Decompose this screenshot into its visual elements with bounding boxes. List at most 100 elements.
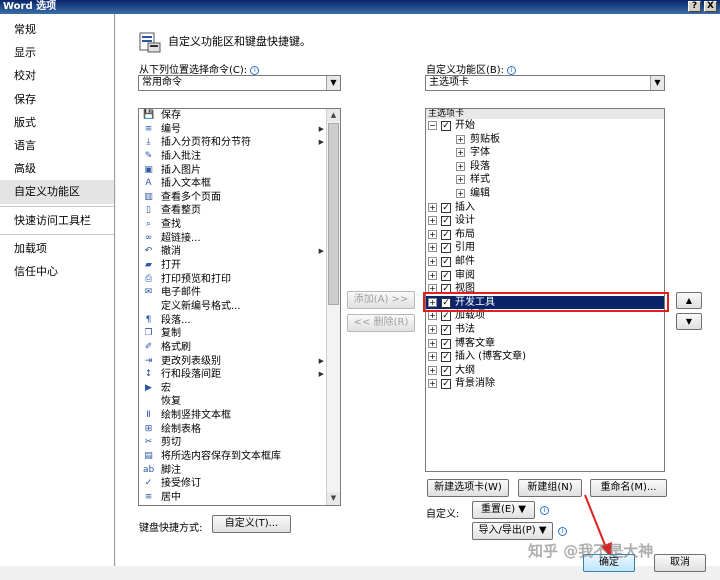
expand-icon[interactable]: + xyxy=(456,134,465,144)
list-item[interactable]: Ⅱ 绘制竖排文本框 xyxy=(139,409,340,423)
expand-icon[interactable]: + xyxy=(428,324,437,334)
list-item[interactable]: ⎙ 打印预览和打印 xyxy=(139,273,340,287)
tree-row[interactable]: + ✓ 审阅 xyxy=(426,269,664,283)
sidebar-item[interactable]: 快速访问工具栏 xyxy=(0,209,114,232)
tree-row[interactable]: + 剪贴板 xyxy=(426,133,664,147)
customize-keyboard-button[interactable]: 自定义(T)... xyxy=(212,515,291,533)
sidebar-item[interactable]: 校对 xyxy=(0,64,114,87)
import-export-button[interactable]: 导入/导出(P) ▼ xyxy=(472,522,553,540)
sidebar-item[interactable]: 显示 xyxy=(0,41,114,64)
list-item[interactable]: ▰ 打开 xyxy=(139,259,340,273)
list-item[interactable]: ✂ 剪切 xyxy=(139,436,340,450)
checkbox[interactable]: ✓ xyxy=(441,352,451,363)
checkbox[interactable]: ✓ xyxy=(441,243,451,254)
checkbox[interactable]: ✓ xyxy=(441,270,451,281)
list-item[interactable]: ▤ 将所选内容保存到文本框库 xyxy=(139,450,340,464)
chevron-down-icon[interactable]: ▼ xyxy=(326,76,340,90)
expand-icon[interactable]: + xyxy=(456,188,465,198)
expand-icon[interactable]: + xyxy=(456,148,465,158)
checkbox[interactable]: ✓ xyxy=(441,338,451,349)
list-item[interactable]: ≡ 编号 ▶ xyxy=(139,123,340,137)
checkbox[interactable]: ✓ xyxy=(441,256,451,267)
list-item[interactable]: ✓ 接受修订 xyxy=(139,477,340,491)
list-item[interactable]: 恢复 xyxy=(139,395,340,409)
reset-button[interactable]: 重置(E) ▼ xyxy=(472,501,535,519)
list-item[interactable]: ¶ 段落... xyxy=(139,314,340,328)
cancel-button[interactable]: 取消 xyxy=(654,554,706,572)
expand-icon[interactable]: + xyxy=(428,379,437,389)
list-item[interactable]: ▣ 插入图片 xyxy=(139,164,340,178)
command-source-combo[interactable]: 常用命令 ▼ xyxy=(138,75,341,91)
expand-icon[interactable]: + xyxy=(428,270,437,280)
sidebar-item[interactable]: 语言 xyxy=(0,134,114,157)
chevron-down-icon[interactable]: ▼ xyxy=(650,76,664,90)
expand-icon[interactable]: + xyxy=(428,229,437,239)
list-item[interactable]: ↶ 撤消 ▶ xyxy=(139,245,340,259)
tree-row[interactable]: + ✓ 书法 xyxy=(426,323,664,337)
list-item[interactable]: 定义新编号格式... xyxy=(139,300,340,314)
tree-row[interactable]: + 段落 xyxy=(426,160,664,174)
checkbox[interactable]: ✓ xyxy=(441,202,451,213)
expand-icon[interactable]: + xyxy=(428,216,437,226)
scroll-thumb[interactable] xyxy=(328,123,339,305)
expand-icon[interactable]: + xyxy=(428,338,437,348)
checkbox[interactable]: ✓ xyxy=(441,311,451,322)
scroll-up-icon[interactable]: ▲ xyxy=(327,109,340,122)
help-button[interactable]: ? xyxy=(688,1,701,12)
expand-icon[interactable]: + xyxy=(428,243,437,253)
tree-row[interactable]: + ✓ 博客文章 xyxy=(426,337,664,351)
checkbox[interactable]: ✓ xyxy=(441,324,451,335)
list-item[interactable]: ▶ 宏 xyxy=(139,382,340,396)
close-button[interactable]: X xyxy=(704,1,717,12)
tree-row[interactable]: + ✓ 布局 xyxy=(426,228,664,242)
tree-row[interactable]: + ✓ 邮件 xyxy=(426,255,664,269)
add-button[interactable]: 添加(A) >> xyxy=(347,291,415,309)
list-item[interactable]: ⌕ 查找 xyxy=(139,218,340,232)
list-item[interactable]: ⇥ 更改列表级别 ▶ xyxy=(139,355,340,369)
expand-icon[interactable]: + xyxy=(428,352,437,362)
tree-row[interactable]: + 编辑 xyxy=(426,187,664,201)
ribbon-tree[interactable]: 主选项卡 − ✓ 开始 + 剪贴板 + 字体 + 段落 + 样式 + 编辑 + ✓ 插入 + ✓ 设计 + ✓ 布局 + ✓ 引… xyxy=(425,108,665,472)
command-list-scrollbar[interactable]: ▲ ▼ xyxy=(326,109,340,505)
list-item[interactable]: ≡ 居中 xyxy=(139,491,340,505)
tree-row[interactable]: + ✓ 插入 xyxy=(426,201,664,215)
list-item[interactable]: ∞ 超链接... xyxy=(139,232,340,246)
expand-icon[interactable]: + xyxy=(428,202,437,212)
sidebar-item[interactable]: 信任中心 xyxy=(0,260,114,283)
tree-row[interactable]: − ✓ 开始 xyxy=(426,119,664,133)
checkbox[interactable]: ✓ xyxy=(441,379,451,390)
tree-row[interactable]: + ✓ 背景消除 xyxy=(426,377,664,391)
checkbox[interactable]: ✓ xyxy=(441,365,451,376)
scroll-down-icon[interactable]: ▼ xyxy=(327,492,340,505)
expand-icon[interactable]: + xyxy=(456,175,465,185)
sidebar-item[interactable]: 高级 xyxy=(0,157,114,180)
tree-row[interactable]: + ✓ 引用 xyxy=(426,241,664,255)
list-item[interactable]: ✎ 插入批注 xyxy=(139,150,340,164)
list-item[interactable]: ✉ 电子邮件 xyxy=(139,286,340,300)
list-item[interactable]: ✐ 格式刷 xyxy=(139,341,340,355)
expand-icon[interactable]: + xyxy=(428,365,437,375)
sidebar-item[interactable]: 保存 xyxy=(0,88,114,111)
list-item[interactable]: 💾 保存 xyxy=(139,109,340,123)
ribbon-tabs-combo[interactable]: 主选项卡 ▼ xyxy=(425,75,665,91)
expand-icon[interactable]: + xyxy=(428,311,437,321)
remove-button[interactable]: << 删除(R) xyxy=(347,314,415,332)
new-group-button[interactable]: 新建组(N) xyxy=(518,479,582,497)
list-item[interactable]: ⊞ 绘制表格 xyxy=(139,423,340,437)
collapse-icon[interactable]: − xyxy=(428,121,437,130)
checkbox[interactable]: ✓ xyxy=(441,216,451,227)
list-item[interactable]: ⤓ 插入分页符和分节符 ▶ xyxy=(139,136,340,150)
sidebar-item[interactable]: 自定义功能区 xyxy=(0,180,114,204)
new-tab-button[interactable]: 新建选项卡(W) xyxy=(427,479,509,497)
command-list[interactable]: 💾 保存 ≡ 编号 ▶ ⤓ 插入分页符和分节符 ▶ ✎ 插入批注 ▣ 插入图片 A 插入文本框 ▥ 查看多个页… xyxy=(138,108,341,506)
checkbox[interactable]: ✓ xyxy=(441,121,451,131)
checkbox[interactable]: ✓ xyxy=(441,229,451,240)
expand-icon[interactable]: + xyxy=(456,161,465,171)
tree-row[interactable]: + ✓ 设计 xyxy=(426,214,664,228)
tree-row[interactable]: + ✓ 大纲 xyxy=(426,364,664,378)
sidebar-item[interactable]: 加载项 xyxy=(0,237,114,260)
move-down-button[interactable]: ▼ xyxy=(676,313,702,330)
list-item[interactable]: ↕ 行和段落间距 ▶ xyxy=(139,368,340,382)
list-item[interactable]: A 插入文本框 xyxy=(139,177,340,191)
list-item[interactable]: ▯ 查看整页 xyxy=(139,204,340,218)
